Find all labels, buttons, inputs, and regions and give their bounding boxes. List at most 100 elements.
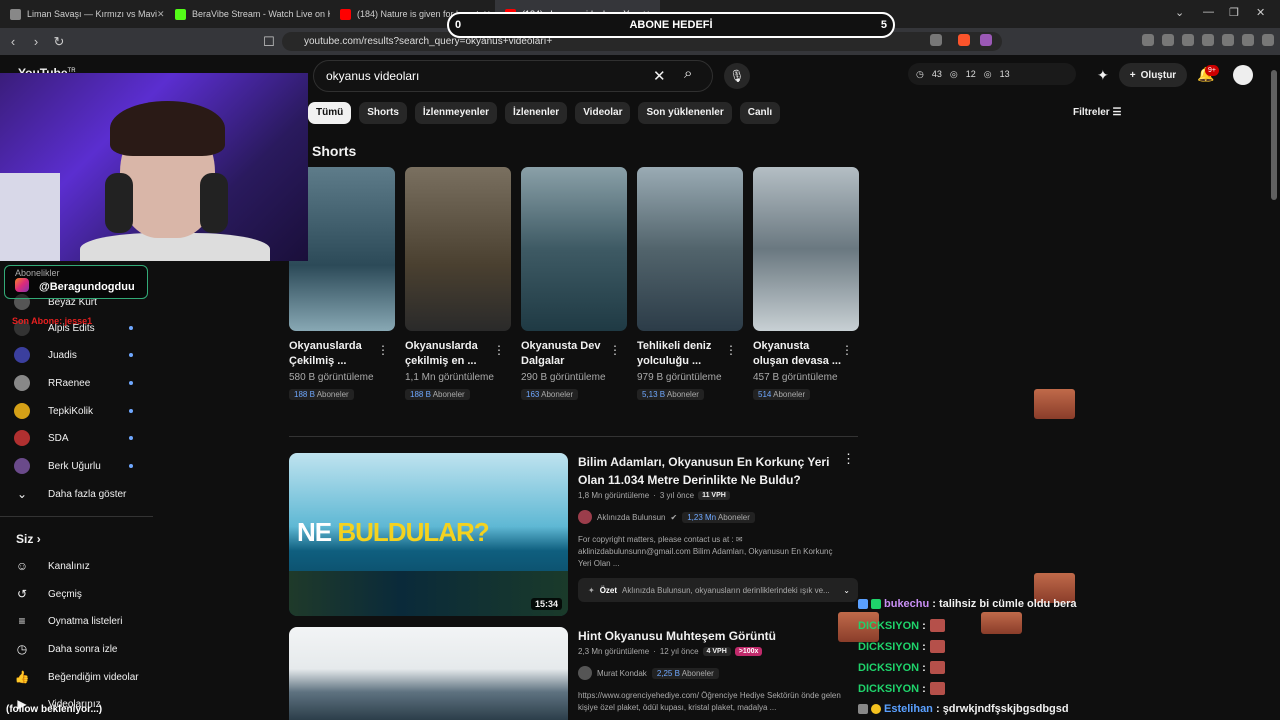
more-options-icon[interactable]: ⋮ bbox=[493, 343, 505, 357]
short-card[interactable]: Tehlikeli deniz yolculuğu ... 979 B görü… bbox=[637, 167, 743, 402]
close-icon[interactable]: ✕ bbox=[157, 9, 165, 20]
browser-tab[interactable]: BeraVibe Stream - Watch Live on Kick✕ bbox=[165, 0, 330, 28]
back-icon[interactable]: ‹ bbox=[3, 34, 23, 49]
avatar[interactable] bbox=[1233, 65, 1253, 85]
filters-button[interactable]: Filtreler ☰ bbox=[1073, 107, 1121, 118]
video-info: Bilim Adamları, Okyanusun En Korkunç Yer… bbox=[578, 453, 858, 602]
channel-avatar bbox=[14, 403, 30, 419]
minimize-icon[interactable]: — bbox=[1203, 6, 1214, 18]
channel-avatar bbox=[14, 458, 30, 474]
more-options-icon[interactable]: ⋮ bbox=[609, 343, 621, 357]
chip-videos[interactable]: Videolar bbox=[575, 102, 631, 124]
sidebar-item-playlists[interactable]: ≡ Oynatma listeleri bbox=[14, 613, 122, 629]
chat-text: şdrwkjndfşskjbgsdbgsd bbox=[942, 703, 1069, 715]
video-result[interactable]: NE BULDULAR? 15:34 Bilim Adamları, Okyan… bbox=[289, 451, 859, 618]
short-thumbnail[interactable] bbox=[521, 167, 627, 331]
subs-badge: 163 Aboneler bbox=[521, 389, 579, 400]
stat-value: 13 bbox=[999, 69, 1010, 79]
short-card[interactable]: Okyanuslarda çekilmiş en ... 1,1 Mn görü… bbox=[405, 167, 511, 402]
media-icon[interactable] bbox=[1162, 34, 1174, 46]
short-views: 290 B görüntüleme bbox=[521, 372, 606, 383]
show-more-button[interactable]: ⌄ Daha fazla göster bbox=[14, 486, 126, 502]
video-result[interactable]: Hint Okyanusu Muhteşem Görüntü 2,3 Mn gö… bbox=[289, 627, 859, 720]
microphone-icon[interactable]: 🎙 bbox=[724, 63, 750, 89]
scrollbar[interactable] bbox=[1271, 70, 1277, 200]
channel-row[interactable]: Aklınızda Bulunsun ✔ 1,23 Mn Aboneler bbox=[578, 510, 848, 524]
short-title[interactable]: Okyanusta oluşan devasa ... bbox=[753, 339, 843, 369]
ratio-badge: >100x bbox=[734, 647, 763, 656]
more-options-icon[interactable]: ⋮ bbox=[725, 343, 737, 357]
forward-icon[interactable]: › bbox=[26, 34, 46, 49]
sidebar-item-subscription[interactable]: Juadis bbox=[14, 347, 133, 363]
sidebar-item-your-channel[interactable]: ☺ Kanalınız bbox=[14, 558, 90, 574]
tab-title: BeraVibe Stream - Watch Live on Kick bbox=[192, 9, 330, 19]
sidebar-item-liked[interactable]: 👍 Beğendiğim videolar bbox=[14, 669, 139, 685]
sidebar-item-subscription[interactable]: SDA bbox=[14, 430, 133, 446]
globe-icon bbox=[10, 8, 21, 20]
cast-icon[interactable] bbox=[930, 34, 942, 46]
chip-unwatched[interactable]: İzlenmeyenler bbox=[414, 102, 498, 124]
vpn-icon[interactable] bbox=[1242, 34, 1254, 46]
video-thumbnail[interactable] bbox=[289, 627, 568, 720]
browser-tab[interactable]: Liman Savaşı — Kırmızı vs Mavi ✕ bbox=[0, 0, 165, 28]
short-thumbnail[interactable] bbox=[405, 167, 511, 331]
video-title[interactable]: Hint Okyanusu Muhteşem Görüntü bbox=[578, 627, 848, 645]
short-title[interactable]: Okyanuslarda Çekilmiş ... bbox=[289, 339, 379, 369]
eye-icon: ◎ bbox=[983, 68, 992, 79]
search-icon[interactable]: ⌕ bbox=[684, 65, 692, 82]
ai-icon[interactable] bbox=[1222, 34, 1234, 46]
short-title[interactable]: Okyanusta Dev Dalgalar bbox=[521, 339, 611, 369]
bookmark-icon[interactable]: ☐ bbox=[259, 34, 279, 50]
chip-watched[interactable]: İzlenenler bbox=[505, 102, 568, 124]
channel-avatar bbox=[578, 510, 592, 524]
more-options-icon[interactable]: ⋮ bbox=[841, 343, 853, 357]
thumbs-up-icon: 👍 bbox=[14, 670, 30, 684]
sidebar-item-subscription[interactable]: TepkiKolik bbox=[14, 403, 133, 419]
brave-shield-icon[interactable] bbox=[958, 34, 970, 46]
more-options-icon[interactable]: ⋮ bbox=[842, 451, 855, 467]
vph-badge: 11 VPH bbox=[698, 491, 730, 500]
sidebar-item-subscription[interactable]: RRaenee bbox=[14, 375, 133, 391]
chat-user: bukechu bbox=[884, 598, 930, 610]
sidebar-item-subscription[interactable]: Berk Uğurlu bbox=[14, 458, 133, 474]
video-title[interactable]: Bilim Adamları, Okyanusun En Korkunç Yer… bbox=[578, 453, 848, 489]
chip-all[interactable]: Tümü bbox=[308, 102, 352, 124]
more-options-icon[interactable]: ⋮ bbox=[377, 343, 389, 357]
short-card[interactable]: Okyanusta Dev Dalgalar 290 B görüntüleme… bbox=[521, 167, 627, 402]
emote bbox=[929, 661, 945, 674]
chip-recent[interactable]: Son yüklenenler bbox=[638, 102, 732, 124]
summary-row[interactable]: ✦ Özet Aklınızda Bulunsun, okyanusların de… bbox=[578, 578, 858, 602]
short-card[interactable]: Okyanusta oluşan devasa ... 457 B görünt… bbox=[753, 167, 859, 402]
window-close-icon[interactable]: ✕ bbox=[1256, 6, 1265, 19]
sidebar-item-watch-later[interactable]: ◷ Daha sonra izle bbox=[14, 641, 118, 657]
short-thumbnail[interactable] bbox=[637, 167, 743, 331]
menu-icon[interactable] bbox=[1262, 34, 1274, 46]
short-thumbnail[interactable] bbox=[753, 167, 859, 331]
chat-message: DICKSIYON : bbox=[858, 661, 945, 674]
sparkle-icon: ✦ bbox=[588, 585, 595, 595]
chat-message: DICKSIYON : bbox=[858, 640, 945, 653]
chat-user: DICKSIYON bbox=[858, 619, 920, 632]
create-sparkle-icon[interactable]: ✦ bbox=[1097, 67, 1109, 84]
headphones-right bbox=[200, 173, 228, 233]
extensions-icon[interactable] bbox=[1142, 34, 1154, 46]
sidebar-item-history[interactable]: ↺ Geçmiş bbox=[14, 586, 82, 602]
wallet-icon[interactable] bbox=[1202, 34, 1214, 46]
reload-icon[interactable]: ↻ bbox=[49, 34, 69, 50]
short-views: 580 B görüntüleme bbox=[289, 372, 374, 383]
maximize-icon[interactable]: ❐ bbox=[1229, 6, 1239, 19]
sidebar-icon[interactable] bbox=[1182, 34, 1194, 46]
channel-row[interactable]: Murat Kondak 2,25 B Aboneler bbox=[578, 666, 848, 680]
tab-search-icon[interactable]: ⌄ bbox=[1175, 6, 1184, 19]
subs-badge: 5,13 B Aboneler bbox=[637, 389, 704, 400]
chip-shorts[interactable]: Shorts bbox=[359, 102, 407, 124]
short-title[interactable]: Okyanuslarda çekilmiş en ... bbox=[405, 339, 495, 369]
clear-search-icon[interactable]: ✕ bbox=[653, 67, 666, 85]
chip-live[interactable]: Canlı bbox=[739, 102, 781, 124]
rewards-icon[interactable] bbox=[980, 34, 992, 46]
new-content-dot bbox=[129, 409, 133, 413]
create-button[interactable]: + Oluştur bbox=[1119, 63, 1187, 87]
you-section-heading[interactable]: Siz › bbox=[16, 532, 41, 546]
short-title[interactable]: Tehlikeli deniz yolculuğu ... bbox=[637, 339, 727, 369]
video-thumbnail[interactable]: NE BULDULAR? 15:34 bbox=[289, 453, 568, 616]
